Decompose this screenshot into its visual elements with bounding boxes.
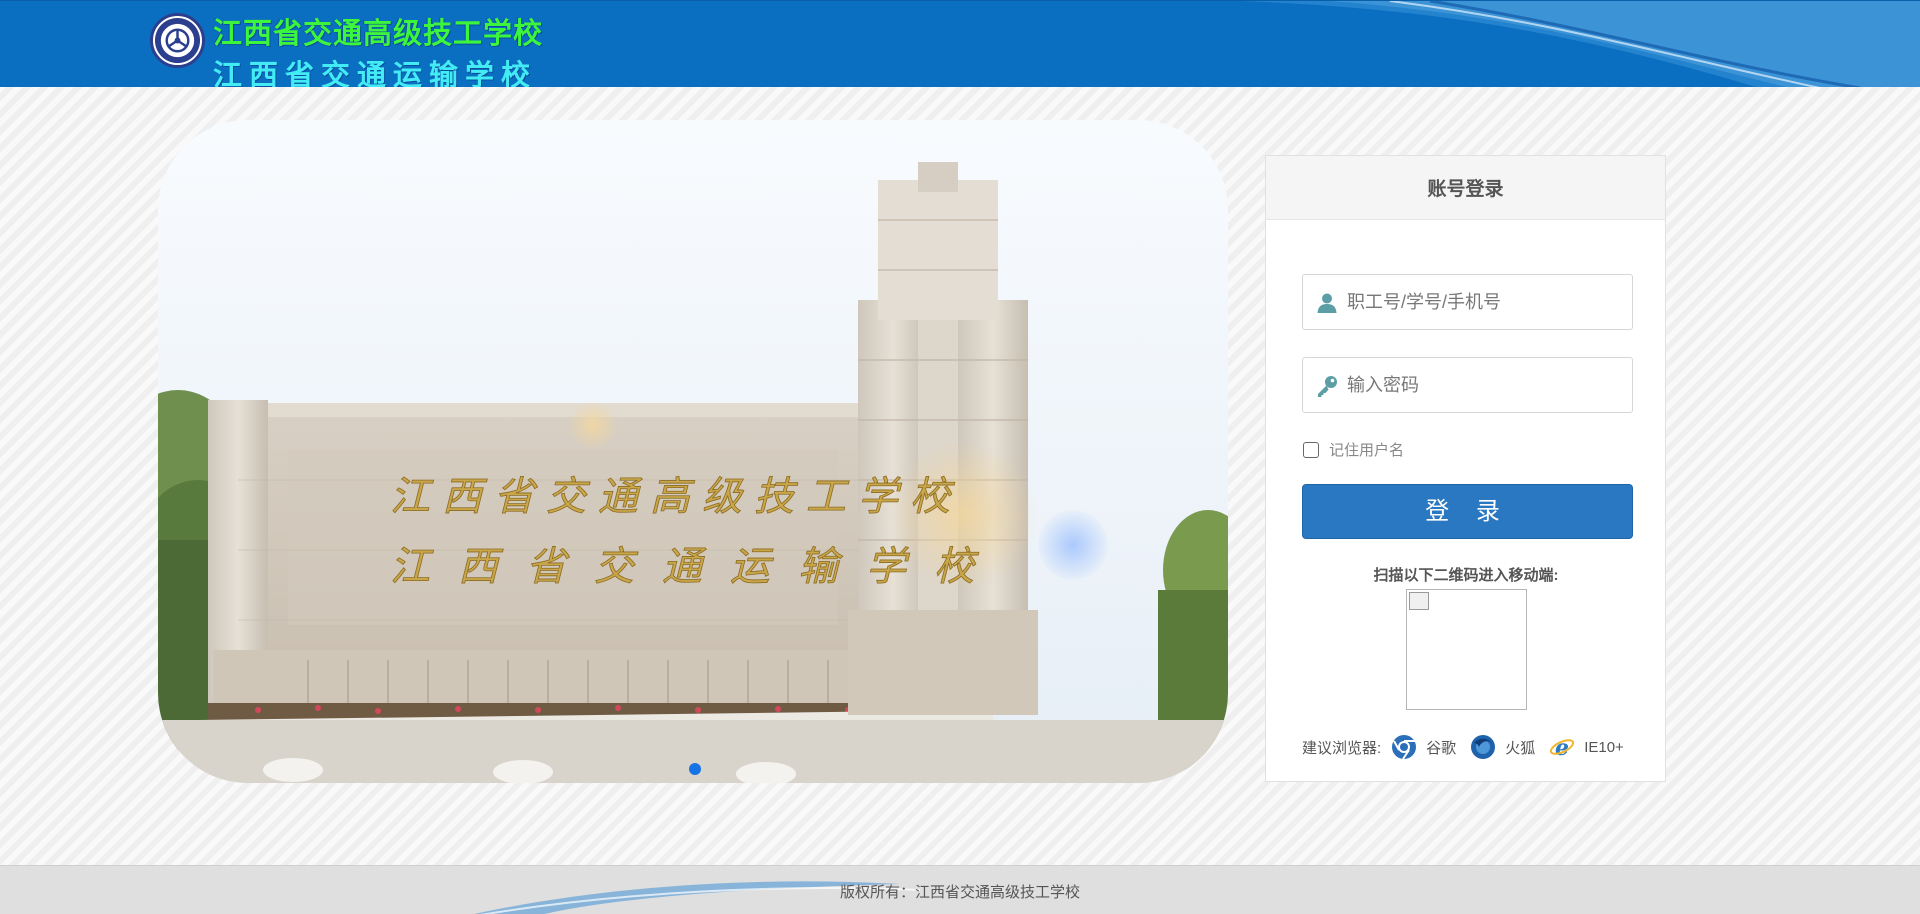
password-field[interactable] (1302, 357, 1633, 413)
user-icon (1317, 293, 1337, 313)
login-panel-header: 账号登录 (1266, 156, 1665, 220)
school-name-secondary: 江西省交通运输学校 (213, 60, 538, 87)
login-button[interactable]: 登 录 (1302, 484, 1633, 539)
top-header: 江西省交通高级技工学校 江西省交通运输学校 (0, 0, 1920, 87)
key-icon (1318, 376, 1337, 397)
browser-hint-label: 建议浏览器: (1302, 739, 1382, 757)
username-field[interactable] (1302, 274, 1633, 330)
browser-name-chrome: 谷歌 (1426, 739, 1457, 757)
mobile-qr-code (1406, 589, 1527, 710)
campus-banner-carousel[interactable]: 江西省交通高级技工学校 江西省交通运输学校 (158, 120, 1228, 783)
carousel-indicator-dot[interactable] (689, 763, 701, 775)
ie-icon: e (1550, 735, 1575, 760)
login-panel: 账号登录 记住用户名 登 录 扫描以下二维码进入移动端: 建议浏览器: (1265, 155, 1666, 782)
browser-name-firefox: 火狐 (1505, 739, 1536, 757)
page-footer: 版权所有：江西省交通高级技工学校 (0, 865, 1920, 914)
remember-username-checkbox[interactable] (1303, 441, 1319, 458)
password-input[interactable] (1347, 358, 1627, 412)
copyright-text: 版权所有：江西省交通高级技工学校 (839, 884, 1080, 901)
broken-image-icon (1409, 592, 1429, 610)
browser-name-ie: IE10+ (1584, 738, 1624, 756)
username-input[interactable] (1347, 275, 1627, 329)
qr-prompt: 扫描以下二维码进入移动端: (1373, 567, 1559, 584)
svg-text:e: e (1555, 735, 1569, 760)
school-seal-icon (150, 13, 205, 68)
login-title: 账号登录 (1427, 179, 1504, 200)
chrome-icon (1392, 735, 1417, 760)
remember-username-toggle[interactable]: 记住用户名 (1303, 439, 1404, 460)
campus-gate-photo (158, 120, 1228, 783)
remember-username-label: 记住用户名 (1329, 442, 1405, 459)
school-name-primary: 江西省交通高级技工学校 (213, 18, 544, 50)
firefox-icon (1471, 735, 1496, 759)
recommended-browsers: 建议浏览器: 谷歌 火狐 e IE10+ (1302, 734, 1638, 760)
